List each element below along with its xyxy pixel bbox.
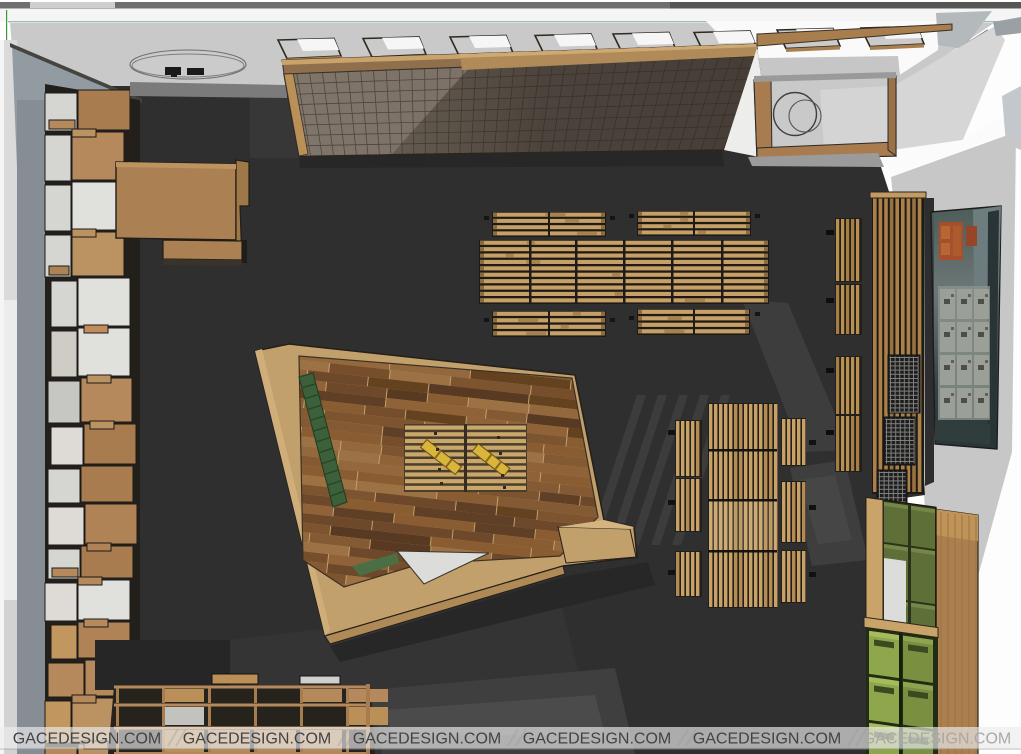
svg-text:GACEDESIGN.COM: GACEDESIGN.COM bbox=[863, 731, 1011, 748]
svg-text:GACEDESIGN.COM: GACEDESIGN.COM bbox=[693, 731, 841, 748]
svg-text:GACEDESIGN.COM: GACEDESIGN.COM bbox=[183, 731, 331, 748]
svg-text:GACEDESIGN.COM: GACEDESIGN.COM bbox=[523, 731, 671, 748]
svg-text:GACEDESIGN.COM: GACEDESIGN.COM bbox=[353, 731, 501, 748]
svg-text:GACEDESIGN.COM: GACEDESIGN.COM bbox=[13, 731, 161, 748]
